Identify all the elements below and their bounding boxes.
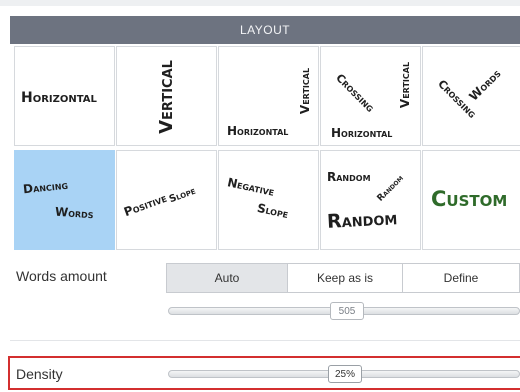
tile-word: Slope [167, 185, 198, 206]
layout-header-title: LAYOUT [239, 23, 291, 37]
tile-word: Vertical [298, 67, 312, 115]
tile-word: Words [54, 204, 95, 222]
layout-options-grid: Horizontal Vertical Vertical Horizontal … [14, 46, 520, 250]
words-amount-slider-value: 505 [338, 305, 356, 317]
tile-word: Vertical [156, 60, 177, 134]
tile-word: Custom [431, 187, 508, 211]
tile-word: Horizontal [331, 126, 393, 140]
tile-word: Words [466, 66, 504, 104]
density-slider-thumb[interactable]: 25% [328, 365, 362, 383]
layout-option-dancing-words[interactable]: Dancing Words [14, 150, 115, 250]
layout-option-vertical-horizontal[interactable]: Vertical Horizontal [218, 46, 319, 146]
tile-word: Random [326, 207, 398, 233]
tile-word: Horizontal [21, 90, 97, 106]
words-amount-define-button[interactable]: Define [403, 264, 519, 292]
density-slider-value: 25% [334, 368, 355, 380]
layout-option-horizontal[interactable]: Horizontal [14, 46, 115, 146]
layout-option-custom[interactable]: Custom [422, 150, 520, 250]
words-amount-auto-button[interactable]: Auto [167, 264, 288, 292]
tile-word: Slope [255, 200, 290, 222]
words-amount-keep-button[interactable]: Keep as is [288, 264, 403, 292]
top-strip [0, 0, 520, 6]
divider [10, 340, 520, 341]
layout-option-vertical[interactable]: Vertical [116, 46, 217, 146]
tile-word: Negative [226, 175, 276, 199]
layout-option-random[interactable]: Random Random Random [320, 150, 421, 250]
words-amount-toggle: Auto Keep as is Define [166, 263, 520, 293]
layout-option-positive-slope[interactable]: Positive Slope [116, 150, 217, 250]
words-amount-slider-thumb[interactable]: 505 [330, 302, 364, 320]
tile-word: Vertical [398, 61, 412, 109]
layout-header: LAYOUT [10, 16, 520, 44]
tile-word: Random [327, 170, 371, 184]
tile-word: Dancing [22, 177, 69, 197]
density-label: Density [16, 366, 63, 382]
layout-option-crossing-words[interactable]: Crossing Words [422, 46, 520, 146]
tile-word: Random [375, 173, 406, 204]
tile-word: Horizontal [227, 124, 289, 138]
tile-word: Positive [121, 190, 169, 220]
layout-option-negative-slope[interactable]: Negative Slope [218, 150, 319, 250]
tile-word: Crossing [333, 71, 377, 115]
words-amount-label: Words amount [16, 268, 107, 284]
layout-option-crossing-vertical-horizontal[interactable]: Crossing Vertical Horizontal [320, 46, 421, 146]
layout-panel: LAYOUT Horizontal Vertical Vertical Hori… [0, 0, 520, 392]
